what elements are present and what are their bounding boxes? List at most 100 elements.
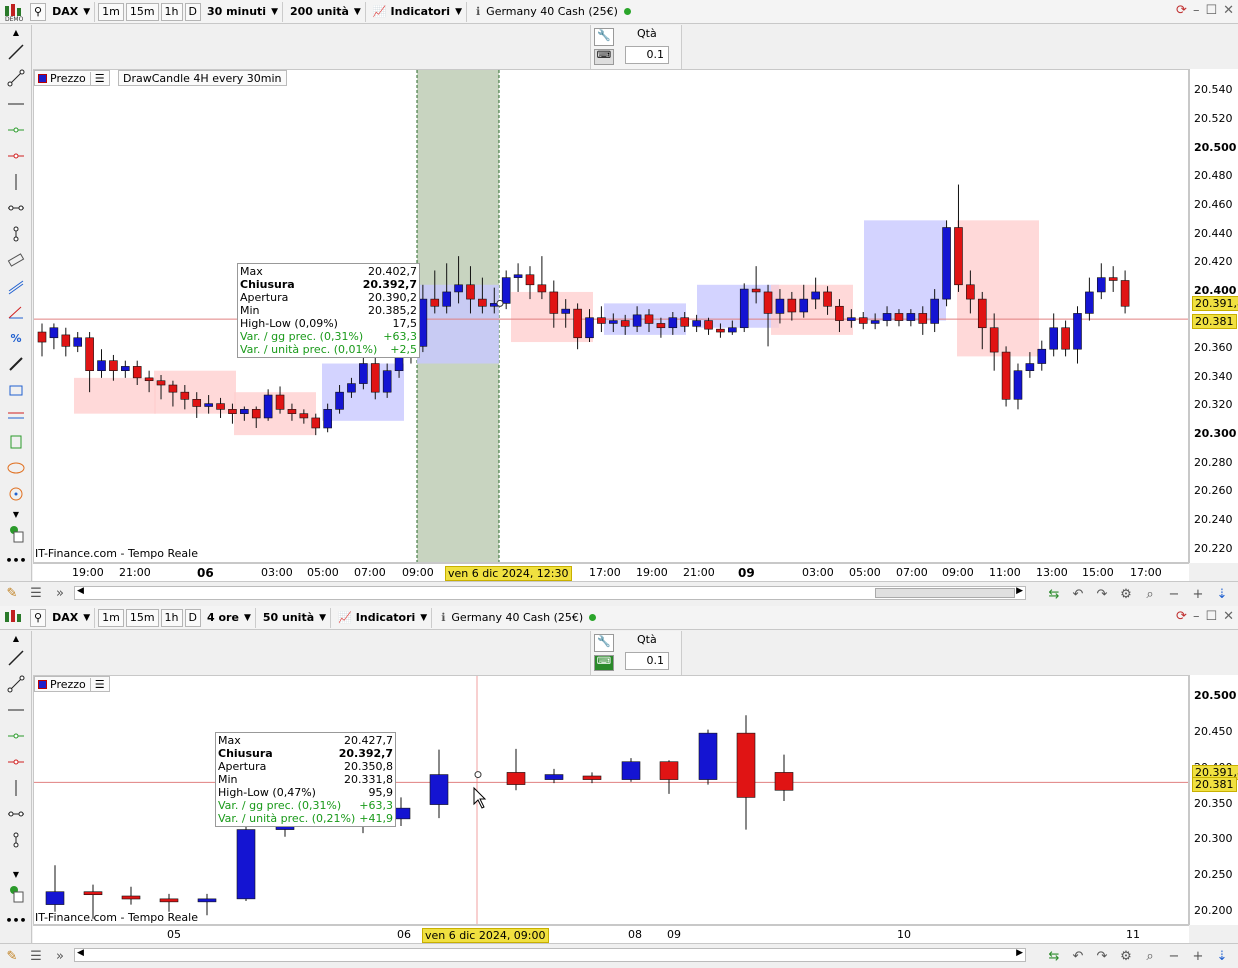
trading-logo-icon[interactable]: ✎ [0,946,24,966]
legend-list-icon[interactable]: ☰ [89,677,109,691]
fan-tool-icon[interactable] [0,429,32,455]
qty-input[interactable]: 0.1 [625,46,669,64]
close-icon[interactable]: ✕ [1223,3,1234,18]
symbol-dropdown[interactable]: DAX ▼ [48,607,96,628]
units-dropdown[interactable]: 50 unità ▼ [259,607,332,628]
sell-line-icon[interactable] [0,749,31,775]
bottom-price-axis[interactable]: 20.50020.45020.40020.35020.30020.25020.2… [1189,675,1238,925]
tf-d-button[interactable]: D [184,2,202,21]
indicators-button[interactable]: 📈 Indicatori ▼ [334,607,433,628]
line-tool-icon[interactable] [0,39,32,65]
circle-tool-icon[interactable] [0,481,32,507]
top-horizontal-scrollbar[interactable]: ◀ ▶ [74,586,1026,600]
expand-icon[interactable]: » [48,946,72,966]
menu-icon[interactable]: ☰ [24,946,48,966]
chart-settings-icon[interactable]: ⚙ [1114,584,1138,604]
alert-icon[interactable] [0,881,31,907]
vertical-segment-icon[interactable] [0,827,31,853]
timeframe-dropdown[interactable]: 30 minuti ▼ [203,1,283,22]
auto-scale-icon[interactable]: ⇣ [1210,946,1234,966]
horizontal-line-icon[interactable] [0,91,32,117]
indicators-button[interactable]: 📈 Indicatori ▼ [369,1,467,22]
percent-tool-icon[interactable]: % [0,325,32,351]
sync-icon[interactable]: ⟳ [1176,609,1187,624]
tf-1h-button[interactable]: 1h [160,2,183,21]
trend-channel-icon[interactable] [0,273,32,299]
scroll-left-icon[interactable]: ◀ [77,948,84,958]
bottom-horizontal-scrollbar[interactable]: ◀ ▶ [74,948,1026,962]
bottom-time-axis[interactable]: 05 06 08 09 10 11 ven 6 dic 2024, 09:00 [33,925,1189,943]
scroll-down-icon[interactable]: ▼ [0,507,32,521]
fibonacci-icon[interactable] [0,403,32,429]
pencil-icon[interactable] [0,351,32,377]
minimize-icon[interactable]: – [1193,609,1200,624]
vertical-segment-icon[interactable] [0,221,32,247]
rectangle-tool-icon[interactable] [0,377,32,403]
zoom-select-icon[interactable]: ⌕ [1138,946,1162,966]
ruler-icon[interactable] [0,247,32,273]
ruler-icon[interactable] [0,853,31,867]
scroll-left-icon[interactable]: ◀ [77,586,84,596]
zoom-select-icon[interactable]: ⌕ [1138,584,1162,604]
scroll-right-icon[interactable]: ▶ [1016,948,1023,958]
scroll-down-icon[interactable]: ▼ [0,867,31,881]
bottom-chart[interactable]: Prezzo ☰ IT-Finance.com - Tempo Reale Ma… [33,675,1189,925]
symbol-dropdown[interactable]: DAX ▼ [48,1,96,22]
refresh-icon[interactable]: ⇆ [1042,584,1066,604]
horizontal-line-icon[interactable] [0,697,31,723]
tf-d-button[interactable]: D [184,608,202,627]
tf-1m-button[interactable]: 1m [98,608,124,627]
zoom-out-icon[interactable]: − [1162,946,1186,966]
vertical-line-icon[interactable] [0,775,31,801]
auto-scale-icon[interactable]: ⇣ [1210,584,1234,604]
scrollbar-thumb[interactable] [875,588,1015,598]
ellipse-tool-icon[interactable] [0,455,32,481]
redo-icon[interactable]: ↷ [1090,946,1114,966]
scroll-up-icon[interactable]: ▲ [0,631,31,645]
tf-1h-button[interactable]: 1h [160,608,183,627]
legend-list-icon[interactable]: ☰ [89,71,109,85]
refresh-icon[interactable]: ⇆ [1042,946,1066,966]
scroll-right-icon[interactable]: ▶ [1016,586,1023,596]
timeframe-dropdown[interactable]: 4 ore ▼ [203,607,256,628]
vertical-line-icon[interactable] [0,169,32,195]
close-icon[interactable]: ✕ [1223,609,1234,624]
link-icon[interactable]: ⚲ [30,608,47,627]
scroll-up-icon[interactable]: ▲ [0,25,32,39]
tf-15m-button[interactable]: 15m [125,2,159,21]
zoom-in-icon[interactable]: + [1186,946,1210,966]
menu-icon[interactable]: ☰ [24,584,48,604]
ray-tool-icon[interactable] [0,195,32,221]
top-price-axis[interactable]: 20.540 20.520 20.500 20.480 20.460 20.440 20.4… [1189,69,1238,563]
zoom-in-icon[interactable]: + [1186,584,1210,604]
keyboard-icon[interactable]: ⌨ [594,49,614,65]
buy-line-icon[interactable] [0,723,31,749]
chart-settings-icon[interactable]: ⚙ [1114,946,1138,966]
indicator-legend[interactable]: DrawCandle 4H every 30min [118,70,287,86]
line-tool-icon[interactable] [0,645,31,671]
link-icon[interactable]: ⚲ [30,2,47,21]
sell-line-icon[interactable] [0,143,32,169]
maximize-icon[interactable]: ☐ [1205,3,1217,18]
segment-tool-icon[interactable] [0,65,32,91]
minimize-icon[interactable]: – [1193,3,1200,18]
angle-tool-icon[interactable] [0,299,32,325]
maximize-icon[interactable]: ☐ [1205,609,1217,624]
qty-input[interactable]: 0.1 [625,652,669,670]
redo-icon[interactable]: ↷ [1090,584,1114,604]
sync-icon[interactable]: ⟳ [1176,3,1187,18]
buy-line-icon[interactable] [0,117,32,143]
order-wrench-icon[interactable]: 🔧 [594,28,614,46]
tf-1m-button[interactable]: 1m [98,2,124,21]
tf-15m-button[interactable]: 15m [125,608,159,627]
undo-icon[interactable]: ↶ [1066,584,1090,604]
ray-tool-icon[interactable] [0,801,31,827]
keyboard-icon[interactable]: ⌨ [594,655,614,671]
top-chart[interactable]: Prezzo ☰ DrawCandle 4H every 30min IT-Fi… [33,69,1189,563]
more-icon[interactable]: ••• [0,907,31,933]
alert-icon[interactable] [0,521,32,547]
undo-icon[interactable]: ↶ [1066,946,1090,966]
units-dropdown[interactable]: 200 unità ▼ [286,1,366,22]
segment-tool-icon[interactable] [0,671,31,697]
expand-icon[interactable]: » [48,584,72,604]
